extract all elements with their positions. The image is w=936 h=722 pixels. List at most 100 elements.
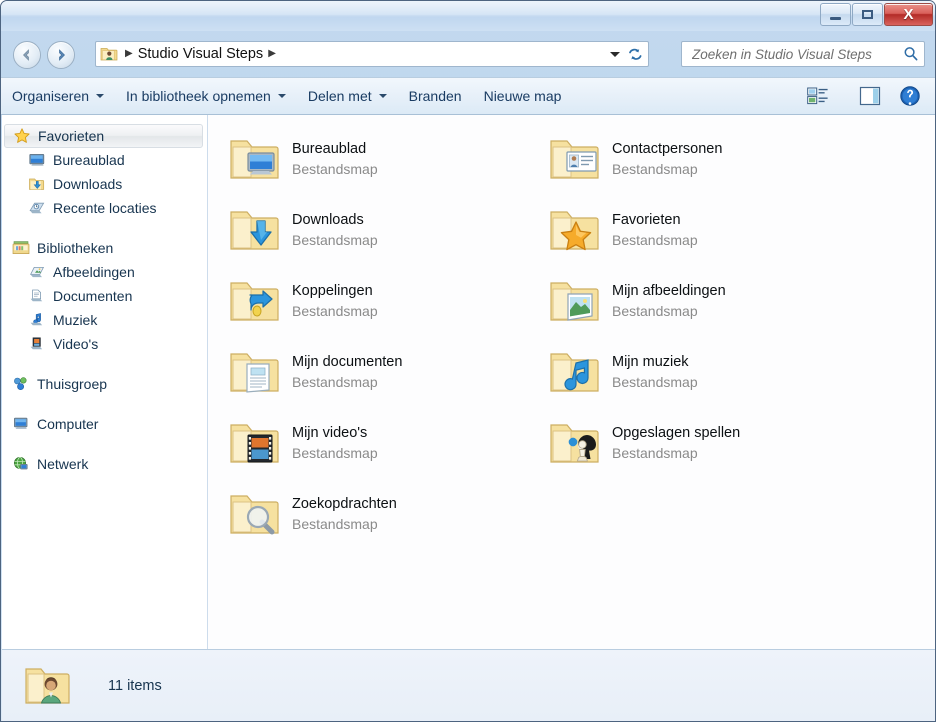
toolbar-item-label: Branden <box>408 88 462 104</box>
folder-music-icon <box>550 352 599 392</box>
sidebar-item-thuisgroep[interactable]: Thuisgroep <box>2 372 207 396</box>
sidebar-item-recente-locaties[interactable]: Recente locaties <box>2 196 207 220</box>
sidebar-item-videos[interactable]: Video's <box>2 332 207 356</box>
maximize-button[interactable] <box>852 3 883 26</box>
address-history-dropdown[interactable] <box>610 42 620 66</box>
forward-button[interactable] <box>47 41 75 69</box>
music-library-icon <box>30 313 43 326</box>
close-icon: X <box>903 6 914 23</box>
sidebar-item-bureaublad[interactable]: Bureaublad <box>2 148 207 172</box>
help-button[interactable] <box>887 80 927 112</box>
search-box[interactable] <box>681 41 925 67</box>
file-item[interactable]: Mijn muziek Bestandsmap <box>546 336 866 407</box>
file-item[interactable]: Bureaublad Bestandsmap <box>226 123 546 194</box>
toolbar-item-label: In bibliotheek opnemen <box>126 88 271 104</box>
file-name: Opgeslagen spellen <box>612 424 741 441</box>
file-type: Bestandsmap <box>612 231 698 248</box>
file-item[interactable]: Opgeslagen spellen Bestandsmap <box>546 407 866 478</box>
file-type: Bestandsmap <box>292 515 378 532</box>
file-item[interactable]: Koppelingen Bestandsmap <box>226 265 546 336</box>
file-type: Bestandsmap <box>612 373 698 390</box>
sidebar-item-computer[interactable]: Computer <box>2 412 207 436</box>
folder-downloads-icon <box>230 210 279 250</box>
star-icon <box>14 128 30 143</box>
folder-documents-icon <box>230 352 279 393</box>
chevron-down-icon <box>277 94 286 98</box>
sidebar-item-label: Muziek <box>53 312 98 328</box>
title-bar-sheen <box>1 1 935 17</box>
sidebar-item-label: Computer <box>37 416 99 432</box>
navigation-pane: Favorieten Bureaublad Downloads Recente … <box>2 115 208 649</box>
file-name: Mijn documenten <box>292 353 403 370</box>
libraries-icon <box>12 241 30 254</box>
file-item[interactable]: Mijn afbeeldingen Bestandsmap <box>546 265 866 336</box>
sidebar-item-bibliotheken[interactable]: Bibliotheken <box>2 236 207 260</box>
toolbar-item-delen-met[interactable]: Delen met <box>297 78 398 114</box>
close-button[interactable]: X <box>884 3 933 26</box>
breadcrumb-bar[interactable]: ▶ Studio Visual Steps ▶ <box>95 41 649 67</box>
sidebar-item-documenten[interactable]: Documenten <box>2 284 207 308</box>
folder-contacts-icon <box>550 139 599 179</box>
sidebar-item-muziek[interactable]: Muziek <box>2 308 207 332</box>
file-text: Favorieten Bestandsmap <box>612 210 698 250</box>
sidebar-item-afbeeldingen[interactable]: Afbeeldingen <box>2 260 207 284</box>
file-list-pane[interactable]: Bureaublad Bestandsmap Contactpersonen B… <box>208 115 935 649</box>
file-name: Favorieten <box>612 211 681 228</box>
maximize-icon <box>862 10 873 19</box>
file-name: Mijn muziek <box>612 353 689 370</box>
change-view-button[interactable] <box>801 80 845 112</box>
file-item[interactable]: Contactpersonen Bestandsmap <box>546 123 866 194</box>
folder-savedgames-icon <box>550 423 599 463</box>
file-name: Zoekopdrachten <box>292 495 397 512</box>
videos-library-icon <box>30 337 43 350</box>
toolbar-item-nieuwe-map[interactable]: Nieuwe map <box>473 78 573 114</box>
folder-desktop-icon <box>230 139 279 179</box>
view-layout-icon <box>807 87 828 105</box>
sidebar-item-label: Recente locaties <box>53 200 157 216</box>
homegroup-icon <box>14 377 27 390</box>
status-item-count: 11 items <box>108 677 162 694</box>
user-folder-icon <box>100 48 118 61</box>
breadcrumb-separator-trailing[interactable]: ▶ <box>263 49 281 59</box>
folder-links-icon <box>230 281 279 321</box>
file-text: Downloads Bestandsmap <box>292 210 378 250</box>
search-icon[interactable] <box>902 45 920 63</box>
file-text: Mijn documenten Bestandsmap <box>292 352 402 392</box>
folder-videos-icon <box>230 423 279 463</box>
file-name: Bureaublad <box>292 140 367 157</box>
file-name: Downloads <box>292 211 364 228</box>
search-input[interactable] <box>690 45 902 63</box>
sidebar-item-downloads[interactable]: Downloads <box>2 172 207 196</box>
toolbar-item-branden[interactable]: Branden <box>398 78 473 114</box>
toolbar-item-label: Organiseren <box>12 88 90 104</box>
file-item[interactable]: Mijn documenten Bestandsmap <box>226 336 546 407</box>
back-arrow-icon <box>23 49 29 61</box>
toolbar-item-organiseren[interactable]: Organiseren <box>1 78 115 114</box>
file-item[interactable]: Downloads Bestandsmap <box>226 194 546 265</box>
file-name: Mijn video's <box>292 424 368 441</box>
file-item[interactable]: Favorieten Bestandsmap <box>546 194 866 265</box>
status-bar: 11 items <box>2 649 935 721</box>
preview-pane-icon <box>859 86 881 106</box>
file-name: Mijn afbeeldingen <box>612 282 726 299</box>
breadcrumb-separator-leading: ▶ <box>125 48 133 59</box>
file-type: Bestandsmap <box>292 231 378 248</box>
back-button[interactable] <box>13 41 41 69</box>
refresh-button[interactable] <box>627 42 644 66</box>
sidebar-item-netwerk[interactable]: Netwerk <box>2 452 207 476</box>
toolbar-item-in-bibliotheek-opnemen[interactable]: In bibliotheek opnemen <box>115 78 297 114</box>
sidebar-item-label: Bibliotheken <box>37 240 114 256</box>
toolbar-right-group <box>801 80 935 112</box>
preview-pane-button[interactable] <box>845 80 887 112</box>
breadcrumb-current-folder[interactable]: Studio Visual Steps <box>138 46 263 62</box>
chevron-down-icon <box>378 94 387 98</box>
desktop-icon <box>29 154 45 166</box>
explorer-body: Favorieten Bureaublad Downloads Recente … <box>2 115 935 649</box>
file-item[interactable]: Mijn video's Bestandsmap <box>226 407 546 478</box>
minimize-button[interactable] <box>820 3 851 26</box>
sidebar-item-favorieten[interactable]: Favorieten <box>4 124 203 148</box>
file-item[interactable]: Zoekopdrachten Bestandsmap <box>226 478 546 549</box>
folder-searches-icon <box>230 494 279 534</box>
documents-library-icon <box>30 289 43 302</box>
